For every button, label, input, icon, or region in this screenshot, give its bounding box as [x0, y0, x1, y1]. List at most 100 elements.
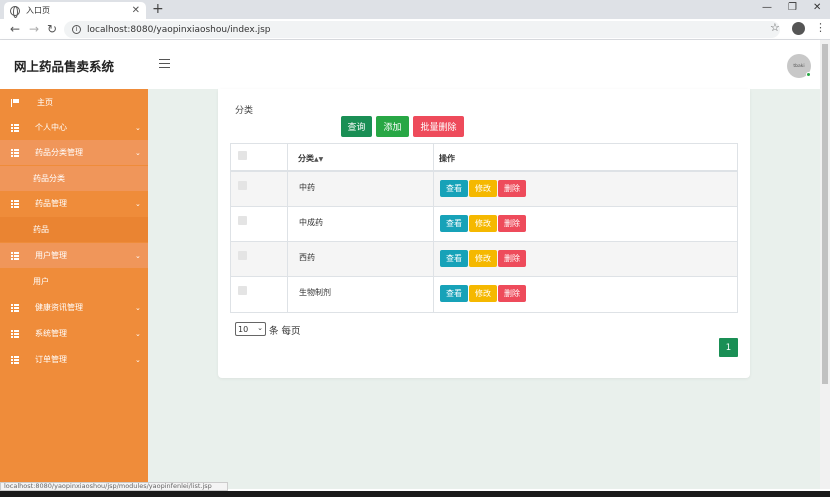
- category-cell: 中成药: [299, 218, 323, 227]
- sidebar-item-home[interactable]: 主页: [0, 90, 148, 115]
- sidebar-item-user-management[interactable]: 用户管理 ⌄: [0, 243, 148, 268]
- star-icon[interactable]: ☆: [770, 21, 780, 34]
- status-bar-url: localhost:8080/yaopinxiaoshou/jsp/module…: [0, 482, 228, 491]
- sidebar-item-system[interactable]: 系统管理 ⌄: [0, 321, 148, 346]
- sidebar-subitem-category[interactable]: 药品分类: [0, 166, 148, 191]
- sidebar-item-personal-center[interactable]: 个人中心 ⌄: [0, 115, 148, 140]
- sidebar-item-label: 药品管理: [35, 199, 67, 208]
- grid-icon: [11, 199, 19, 208]
- url-field[interactable]: i localhost:8080/yaopinxiaoshou/index.js…: [64, 21, 780, 38]
- column-divider: [433, 144, 434, 312]
- table-row: 西药 查看 修改 删除: [231, 242, 737, 277]
- sidebar-item-health-news[interactable]: 健康资讯管理 ⌄: [0, 295, 148, 320]
- minimize-icon[interactable]: —: [762, 2, 772, 13]
- sidebar-item-category-management[interactable]: 药品分类管理 ⌄: [0, 140, 148, 165]
- page-size-select[interactable]: 10 ⌄: [235, 322, 266, 336]
- hamburger-menu-icon[interactable]: [159, 59, 170, 68]
- column-header-category[interactable]: 分类▲▼: [298, 153, 323, 164]
- sidebar-item-label: 药品分类管理: [35, 148, 83, 157]
- avatar-text: tbaki: [793, 63, 805, 69]
- close-window-icon[interactable]: ✕: [813, 2, 821, 13]
- sidebar-item-drug-management[interactable]: 药品管理 ⌄: [0, 191, 148, 216]
- table-header: 分类▲▼ 操作: [231, 144, 737, 172]
- category-cell: 西药: [299, 253, 315, 262]
- column-header-actions: 操作: [439, 154, 455, 163]
- sidebar-item-label: 主页: [37, 98, 53, 107]
- restore-icon[interactable]: ❐: [788, 2, 797, 13]
- edit-button[interactable]: 修改: [469, 180, 497, 197]
- chevron-down-icon: ⌄: [135, 329, 141, 338]
- kebab-menu-icon[interactable]: ⋮: [815, 21, 826, 34]
- view-button[interactable]: 查看: [440, 215, 468, 232]
- row-checkbox[interactable]: [238, 216, 247, 225]
- page-size-value: 10: [238, 324, 249, 334]
- app-header: 网上药品售卖系统: [0, 40, 820, 89]
- chevron-down-icon: ⌄: [135, 123, 141, 132]
- table-row: 中药 查看 修改 删除: [231, 172, 737, 207]
- column-divider: [287, 144, 288, 312]
- edit-button[interactable]: 修改: [469, 250, 497, 267]
- account-icon[interactable]: [792, 22, 805, 35]
- grid-icon: [11, 148, 19, 157]
- row-checkbox[interactable]: [238, 181, 247, 190]
- batch-delete-button[interactable]: 批量删除: [413, 116, 464, 137]
- delete-button[interactable]: 删除: [498, 215, 526, 232]
- info-icon[interactable]: i: [72, 25, 81, 34]
- flag-icon: [11, 98, 19, 107]
- grid-icon: [11, 303, 19, 312]
- app-title: 网上药品售卖系统: [14, 59, 115, 74]
- sort-icon[interactable]: ▲▼: [314, 156, 323, 163]
- chevron-down-icon: ⌄: [135, 355, 141, 364]
- scrollbar-thumb[interactable]: [822, 44, 828, 384]
- globe-icon: [10, 5, 20, 18]
- chevron-down-icon: ⌄: [135, 148, 141, 157]
- browser-tab[interactable]: 入口页 ✕: [4, 2, 146, 19]
- add-button[interactable]: 添加: [376, 116, 409, 137]
- row-checkbox[interactable]: [238, 286, 247, 295]
- page-button-1[interactable]: 1: [719, 338, 738, 357]
- sidebar-subitem-user[interactable]: 用户: [0, 269, 148, 294]
- sidebar-item-label: 系统管理: [35, 329, 67, 338]
- tab-title: 入口页: [26, 6, 50, 15]
- view-button[interactable]: 查看: [440, 250, 468, 267]
- sidebar-item-orders[interactable]: 订单管理 ⌄: [0, 347, 148, 372]
- grid-icon: [11, 355, 19, 364]
- delete-button[interactable]: 删除: [498, 180, 526, 197]
- new-tab-icon[interactable]: +: [152, 1, 164, 17]
- sidebar-subitem-label: 用户: [33, 277, 49, 286]
- delete-button[interactable]: 删除: [498, 250, 526, 267]
- sidebar-subitem-drug[interactable]: 药品: [0, 217, 148, 242]
- edit-button[interactable]: 修改: [469, 285, 497, 302]
- edit-button[interactable]: 修改: [469, 215, 497, 232]
- chevron-down-icon: ⌄: [257, 324, 263, 332]
- sidebar-item-label: 订单管理: [35, 355, 67, 364]
- row-checkbox[interactable]: [238, 251, 247, 260]
- grid-icon: [11, 329, 19, 338]
- chevron-down-icon: ⌄: [135, 251, 141, 260]
- back-icon[interactable]: ←: [10, 22, 20, 36]
- category-search-input[interactable]: [235, 115, 339, 137]
- taskbar: [0, 491, 830, 497]
- forward-icon[interactable]: →: [29, 22, 39, 36]
- view-button[interactable]: 查看: [440, 285, 468, 302]
- close-tab-icon[interactable]: ✕: [132, 5, 140, 16]
- table-row: 中成药 查看 修改 删除: [231, 207, 737, 242]
- online-status-dot: [806, 72, 811, 77]
- chevron-down-icon: ⌄: [135, 199, 141, 208]
- reload-icon[interactable]: ↻: [47, 22, 57, 36]
- sidebar-subitem-label: 药品: [33, 225, 49, 234]
- url-text: localhost:8080/yaopinxiaoshou/index.jsp: [87, 24, 271, 35]
- address-bar: ← → ↻ i localhost:8080/yaopinxiaoshou/in…: [0, 19, 830, 40]
- delete-button[interactable]: 删除: [498, 285, 526, 302]
- per-page-label: 条 每页: [269, 326, 301, 337]
- category-cell: 中药: [299, 183, 315, 192]
- sidebar-subitem-label: 药品分类: [33, 174, 65, 183]
- sidebar-item-label: 个人中心: [35, 123, 67, 132]
- view-button[interactable]: 查看: [440, 180, 468, 197]
- query-button[interactable]: 查询: [341, 116, 372, 137]
- sidebar-item-label: 用户管理: [35, 251, 67, 260]
- table-row: 生物制剂 查看 修改 删除: [231, 277, 737, 312]
- grid-icon: [11, 251, 19, 260]
- select-all-checkbox[interactable]: [238, 151, 247, 160]
- category-table: 分类▲▼ 操作 中药 查看 修改 删除 中成药 查看 修改 删除 西药 查看 修…: [230, 143, 738, 313]
